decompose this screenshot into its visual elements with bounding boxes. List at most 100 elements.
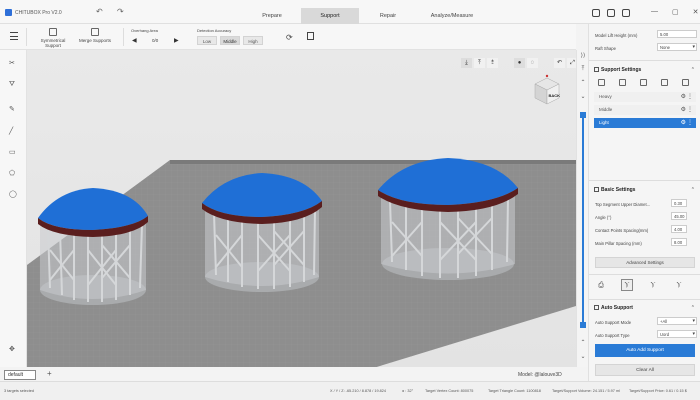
heavy-support-icon[interactable]: Ⲩ [621,279,633,291]
menu-icon[interactable] [10,32,18,40]
slider-next-icon[interactable]: ⌄ [579,353,587,360]
medium-support-icon[interactable]: Ⲩ [647,279,659,291]
slider-up-icon[interactable]: ⌃ [579,79,587,86]
layer-slider-bottom-handle[interactable] [580,322,586,328]
tab-support[interactable]: Support [301,8,359,24]
no-support-tool-icon[interactable]: ✂ [9,60,15,68]
model-2 [202,173,322,292]
redo-icon[interactable]: ↷ [117,8,124,16]
maximize-icon[interactable]: ▢ [672,8,679,16]
line-tool-icon[interactable]: ╱ [9,128,13,136]
vertex-count-status: Target Vertex Count: 800075 [425,389,474,393]
detection-middle-button[interactable]: Middle [220,36,240,45]
left-toolbar: ✂ ⛛ ✎ ╱ ▭ ⬠ ◯ ✥ [0,50,27,367]
preset-middle[interactable]: Middle ⚙ ⋮ [594,105,696,115]
view-cube[interactable]: BACK [527,72,567,112]
layer-slider-top-handle[interactable] [580,112,586,118]
contact-points-spacing-input[interactable]: 4.00 [671,225,687,233]
toolbar-divider [123,28,124,46]
basic-settings-header[interactable]: Basic Settings ⌃ [589,184,700,196]
more-icon[interactable]: ⋮ [687,105,693,115]
auto-support-type-select[interactable]: Uord [657,330,697,338]
move-tool-icon[interactable]: ✥ [9,346,15,354]
light-support-icon[interactable]: Ⲩ [673,279,685,291]
gear-icon[interactable]: ⚙ [681,92,686,102]
lasso-tool-icon[interactable]: ⬠ [9,170,15,178]
gear-icon[interactable]: ⚙ [681,105,686,115]
slider-top-icon[interactable]: ⤒ [579,66,587,73]
chevron-up-icon[interactable]: ⌃ [691,302,695,314]
show-supports-icon[interactable]: ● [514,58,525,68]
auto-support-mode-select[interactable]: +All [657,317,697,325]
chevron-up-icon[interactable]: ⌃ [691,184,695,196]
print-mode-icon[interactable]: ⎙ [595,279,607,291]
detection-high-button[interactable]: High [243,36,263,45]
top-segment-diameter-input[interactable]: 0.30 [671,199,687,207]
minimize-icon[interactable]: — [651,8,658,16]
tab-analyze-measure[interactable]: Analyze/Measure [417,8,487,24]
angle-label: Angle (°) [595,215,612,220]
detection-accuracy-segment: Low Middle High [197,36,263,45]
save-preset-icon[interactable] [661,79,668,86]
rectangle-tool-icon[interactable]: ▭ [9,149,16,157]
alpha-status: α : 32° [402,389,414,393]
gear-icon[interactable]: ⚙ [681,118,686,128]
3d-viewport[interactable]: ⤓ ⤒ ⥉ ● ◌ ↶ ⤢ ⌂ BACK [27,50,576,367]
more-icon[interactable]: ⋮ [687,92,693,102]
model-lift-height-input[interactable]: 5.00 [657,30,697,38]
settings-icon[interactable] [622,9,630,17]
overhang-value: 0/0 [152,38,159,43]
slider-down-icon[interactable]: ⌄ [579,93,587,100]
merge-supports-button[interactable]: Merge Supports [78,28,112,43]
import-preset-icon[interactable] [598,79,605,86]
clear-all-button[interactable]: Clear All [595,364,695,376]
preset-menu-icon[interactable] [682,79,689,86]
copy-preset-icon[interactable] [640,79,647,86]
circle-tool-icon[interactable]: ◯ [9,191,17,199]
auto-support-header[interactable]: Auto Support ⌃ [589,302,700,314]
xyz-status: X / Y / Z: -65.210 / 8.878 / 19.824 [330,389,387,393]
chevron-up-icon[interactable]: ⌃ [691,64,695,76]
account-icon[interactable] [592,9,600,17]
app-title-text: CHITUBOX Pro V2.0 [15,9,62,16]
overhang-next-button[interactable]: ▶ [174,37,179,44]
auto-support-type-row: Auto Support Type Uord [595,330,697,340]
preset-light-label: Light [599,120,609,125]
export-preset-icon[interactable] [619,79,626,86]
tab-prepare[interactable]: Prepare [243,8,301,24]
undo-icon[interactable]: ↶ [96,8,103,16]
slider-prev-icon[interactable]: ⌃ [579,339,587,346]
more-icon[interactable]: ⋮ [687,118,693,128]
preset-light[interactable]: Light ⚙ ⋮ [594,118,696,128]
layer-slider-track[interactable] [582,116,584,326]
detection-accuracy-label: Detection Accuracy [197,28,232,33]
angle-input[interactable]: 45.00 [671,212,687,220]
help-icon[interactable] [607,9,615,17]
platform-tool-icon[interactable]: ⛛ [9,81,15,89]
symmetrical-support-button[interactable]: Symmetrical Support [33,28,73,48]
pen-tool-icon[interactable]: ✎ [9,106,15,114]
overhang-prev-button[interactable]: ◀ [132,37,137,44]
basic-field-row: Main Pillar Spacing (mm) 8.00 [595,238,697,248]
show-model-icon[interactable]: ◌ [527,58,538,68]
preset-heavy[interactable]: Heavy ⚙ ⋮ [594,92,696,102]
document-tab[interactable]: default [4,370,36,380]
main-pillar-spacing-input[interactable]: 8.00 [671,238,687,246]
support-type-light-icon[interactable]: ⥉ [487,58,498,68]
support-type-medium-icon[interactable]: ⤒ [474,58,485,68]
advanced-settings-button[interactable]: Advanced Settings [595,257,695,268]
refresh-detection-icon[interactable]: ⟳ [286,33,293,42]
rotate-view-icon[interactable]: ↶ [554,58,565,68]
add-tab-icon[interactable]: + [47,369,52,378]
auto-add-support-button[interactable]: Auto Add Support [595,344,695,357]
title-bar: CHITUBOX Pro V2.0 ↶ ↷ Prepare Support Re… [0,0,700,24]
zoom-fit-icon[interactable]: ⤢ [567,58,576,68]
support-settings-header[interactable]: Support Settings ⌃ [589,64,700,76]
tab-repair[interactable]: Repair [359,8,417,24]
detection-low-button[interactable]: Low [197,36,217,45]
panel-toggle-icon[interactable]: ⟩⟩ [579,52,587,59]
select-support-icon[interactable]: ⤓ [461,58,472,68]
guide-icon[interactable] [307,32,314,40]
close-icon[interactable]: ✕ [693,8,699,16]
raft-shape-select[interactable]: None [657,43,697,51]
